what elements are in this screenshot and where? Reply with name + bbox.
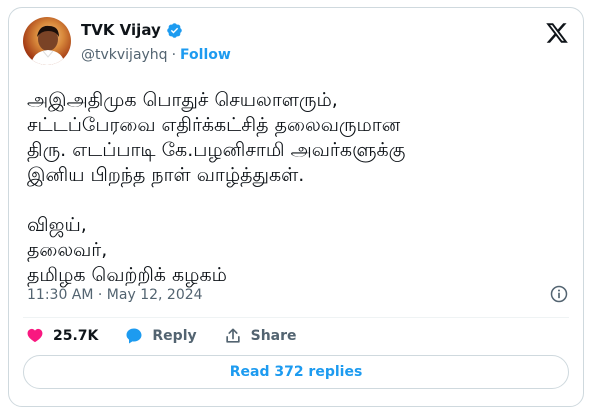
info-icon[interactable]	[549, 284, 569, 304]
tweet-card: TVK Vijay @tvkvijayhq · Follow அஇஅதிமுக …	[8, 7, 584, 407]
avatar[interactable]	[23, 17, 71, 65]
like-button[interactable]: 25.7K	[25, 326, 98, 346]
read-replies-button[interactable]: Read 372 replies	[23, 355, 569, 389]
author-name-row: TVK Vijay	[81, 21, 183, 39]
share-label: Share	[250, 328, 297, 344]
divider	[23, 317, 569, 318]
action-bar: 25.7K Reply Share	[25, 326, 323, 346]
share-icon	[225, 328, 240, 343]
reply-button[interactable]: Reply	[124, 326, 197, 346]
separator-dot: ·	[171, 47, 177, 63]
tweet-timestamp[interactable]: 11:30 AM · May 12, 2024	[27, 287, 203, 303]
like-count: 25.7K	[53, 328, 99, 344]
follow-button[interactable]: Follow	[180, 47, 231, 63]
author-handle-row: @tvkvijayhq · Follow	[81, 47, 231, 63]
verified-badge-icon	[167, 22, 182, 38]
x-logo-icon[interactable]	[545, 21, 569, 45]
share-button[interactable]: Share	[223, 326, 297, 346]
tweet-text: அஇஅதிமுக பொதுச் செயலாளரும், சட்டப்பேரவை …	[27, 89, 406, 286]
reply-bubble-icon	[126, 328, 142, 344]
heart-icon	[27, 328, 43, 343]
avatar-image	[31, 25, 65, 65]
author-name[interactable]: TVK Vijay	[81, 21, 161, 39]
reply-label: Reply	[152, 328, 197, 344]
author-handle[interactable]: @tvkvijayhq	[81, 47, 168, 63]
